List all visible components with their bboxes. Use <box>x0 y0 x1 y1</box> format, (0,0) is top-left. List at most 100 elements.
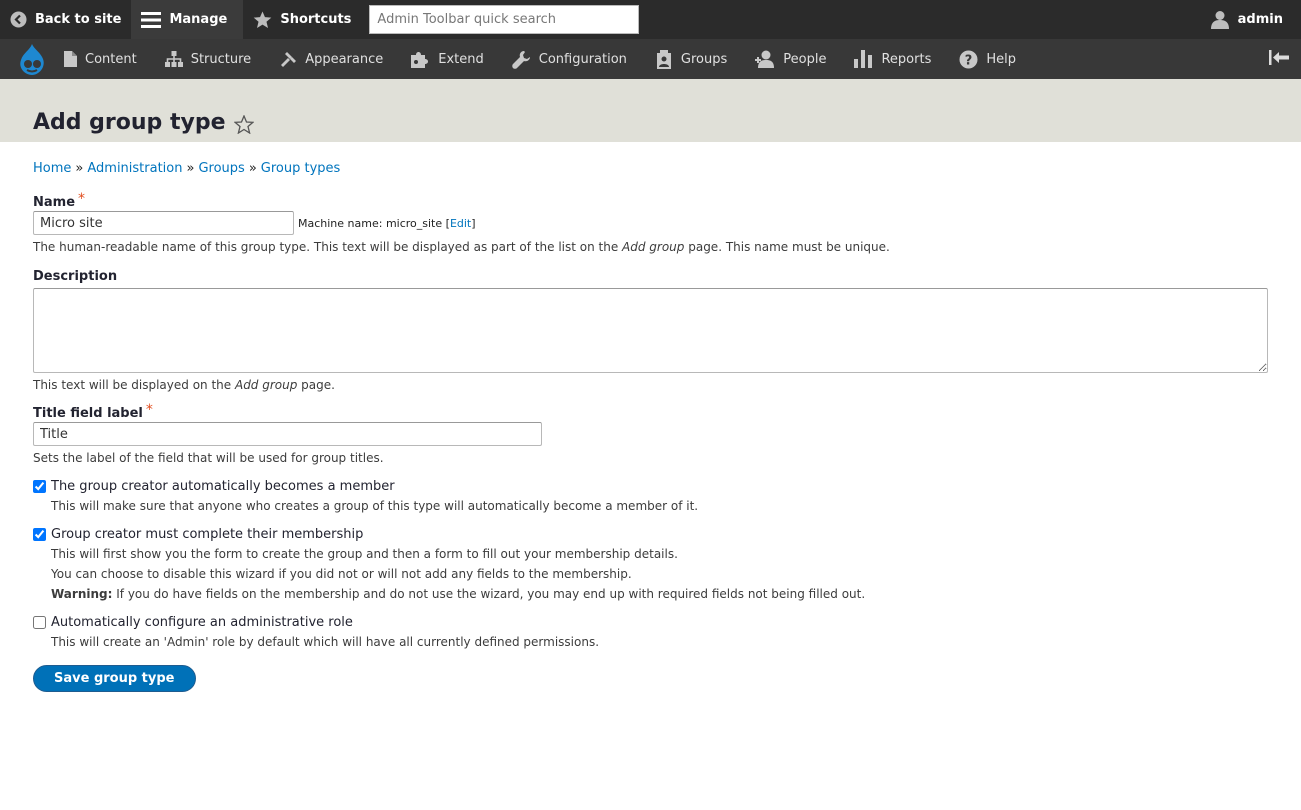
menu-item-help[interactable]: ? Help <box>943 39 1028 79</box>
title-field-form-item: Title field label* Sets the label of the… <box>33 402 1268 465</box>
wrench-icon <box>512 50 531 69</box>
description-desc-text: This text will be displayed on the <box>33 378 235 392</box>
admin-toolbar: Back to site Manage Shortcuts admin <box>0 0 1301 39</box>
back-arrow-icon <box>10 11 27 28</box>
creator-wizard-description: This will first show you the form to cre… <box>33 544 1268 604</box>
warning-label: Warning: <box>51 587 113 601</box>
creator-wizard-form-item: Group creator must complete their member… <box>33 527 1268 604</box>
collapse-toolbar-button[interactable] <box>1269 39 1289 79</box>
menu-item-groups[interactable]: Groups <box>639 39 739 79</box>
description-desc-text-end: page. <box>297 378 335 392</box>
groups-icon <box>655 49 673 69</box>
admin-role-label: Automatically configure an administrativ… <box>51 615 353 630</box>
page-header: Add group type <box>0 79 1301 142</box>
machine-name-text: Machine name: micro_site [ <box>298 216 450 230</box>
warning-text: If you do have fields on the membership … <box>112 587 866 601</box>
menu-item-appearance[interactable]: Appearance <box>263 39 395 79</box>
main-content: Home» Administration» Groups» Group types N… <box>0 161 1301 692</box>
machine-name: Machine name: micro_site [Edit] <box>298 217 476 230</box>
manage-tab[interactable]: Manage <box>131 0 244 39</box>
description-help: This text will be displayed on the Add g… <box>33 378 1268 392</box>
menu-item-reports[interactable]: Reports <box>838 39 943 79</box>
shortcuts-tab[interactable]: Shortcuts <box>243 0 361 39</box>
form-actions: Save group type <box>33 665 1268 692</box>
name-desc-em: Add group <box>622 240 685 254</box>
menu-item-label: Extend <box>438 51 484 67</box>
breadcrumb: Home» Administration» Groups» Group types <box>33 161 1268 176</box>
required-marker: * <box>145 402 153 418</box>
name-input[interactable] <box>33 211 294 235</box>
sitemap-icon <box>164 51 183 67</box>
breadcrumb-administration[interactable]: Administration <box>87 161 182 176</box>
back-to-site-label: Back to site <box>35 12 122 27</box>
creator-wizard-desc-line2: You can choose to disable this wizard if… <box>51 567 632 581</box>
creator-wizard-warning: Warning: If you do have fields on the me… <box>51 584 1268 604</box>
creator-wizard-checkbox[interactable] <box>33 528 46 541</box>
title-field-input[interactable] <box>33 422 542 446</box>
breadcrumb-separator: » <box>186 161 195 176</box>
svg-text:?: ? <box>965 53 973 68</box>
save-group-type-button[interactable]: Save group type <box>33 665 196 692</box>
creator-member-form-item: The group creator automatically becomes … <box>33 479 1268 516</box>
name-desc-text-end: page. This name must be unique. <box>684 240 890 254</box>
shortcut-star-icon[interactable] <box>233 115 254 134</box>
menu-item-label: Reports <box>881 51 932 67</box>
user-name: admin <box>1237 12 1283 27</box>
name-description: The human-readable name of this group ty… <box>33 240 1268 254</box>
admin-role-checkbox[interactable] <box>33 616 46 629</box>
name-form-item: Name* Machine name: micro_site [Edit] Th… <box>33 191 1268 254</box>
machine-name-suffix: ] <box>471 216 476 230</box>
breadcrumb-groups[interactable]: Groups <box>198 161 244 176</box>
description-form-item: Description This text will be displayed … <box>33 269 1268 392</box>
admin-role-form-item: Automatically configure an administrativ… <box>33 615 1268 652</box>
title-field-description: Sets the label of the field that will be… <box>33 451 384 465</box>
menu-item-label: Groups <box>680 51 728 67</box>
menu-item-label: Help <box>986 51 1016 67</box>
menu-item-structure[interactable]: Structure <box>149 39 263 79</box>
menu-item-label: People <box>783 51 827 67</box>
paintbrush-icon <box>279 51 297 68</box>
description-label: Description <box>33 269 118 284</box>
bar-chart-icon <box>854 50 873 68</box>
creator-wizard-row[interactable]: Group creator must complete their member… <box>33 527 1268 542</box>
admin-role-description: This will create an 'Admin' role by defa… <box>51 635 600 649</box>
shortcuts-label: Shortcuts <box>280 12 352 27</box>
required-marker: * <box>78 191 86 207</box>
hamburger-icon <box>141 11 162 29</box>
menu-item-extend[interactable]: Extend <box>395 39 496 79</box>
machine-name-edit-link[interactable]: Edit <box>450 217 471 230</box>
drupal-logo-icon[interactable] <box>15 39 48 79</box>
page-title: Add group type <box>33 110 226 135</box>
star-icon <box>253 10 272 29</box>
name-desc-text: The human-readable name of this group ty… <box>33 240 623 254</box>
puzzle-icon <box>411 51 430 68</box>
description-textarea[interactable] <box>33 288 1268 373</box>
menu-item-label: Configuration <box>538 51 627 67</box>
people-icon <box>755 50 775 68</box>
creator-member-checkbox[interactable] <box>33 480 46 493</box>
menu-item-configuration[interactable]: Configuration <box>496 39 639 79</box>
creator-member-description: This will make sure that anyone who crea… <box>51 499 699 513</box>
menu-item-label: Appearance <box>305 51 384 67</box>
admin-role-row[interactable]: Automatically configure an administrativ… <box>33 615 1268 630</box>
collapse-arrow-icon <box>1269 49 1289 69</box>
name-label: Name <box>33 195 76 210</box>
breadcrumb-home[interactable]: Home <box>33 161 71 176</box>
breadcrumb-group-types[interactable]: Group types <box>261 161 341 176</box>
menu-item-label: Content <box>85 51 137 67</box>
title-field-label: Title field label <box>33 406 143 421</box>
breadcrumb-separator: » <box>248 161 257 176</box>
creator-wizard-label: Group creator must complete their member… <box>51 527 364 542</box>
breadcrumb-separator: » <box>75 161 84 176</box>
back-to-site-link[interactable]: Back to site <box>0 0 131 39</box>
user-icon <box>1210 10 1229 29</box>
menu-item-people[interactable]: People <box>739 39 838 79</box>
toolbar-search-input[interactable] <box>369 5 640 34</box>
creator-member-row[interactable]: The group creator automatically becomes … <box>33 479 1268 494</box>
page-icon <box>64 51 77 67</box>
user-menu[interactable]: admin <box>1193 0 1301 39</box>
menu-item-label: Structure <box>190 51 252 67</box>
menu-item-content[interactable]: Content <box>48 39 149 79</box>
description-desc-em: Add group <box>234 378 298 392</box>
admin-menu-tray: Content Structure Appearance Extend Conf… <box>0 39 1301 79</box>
